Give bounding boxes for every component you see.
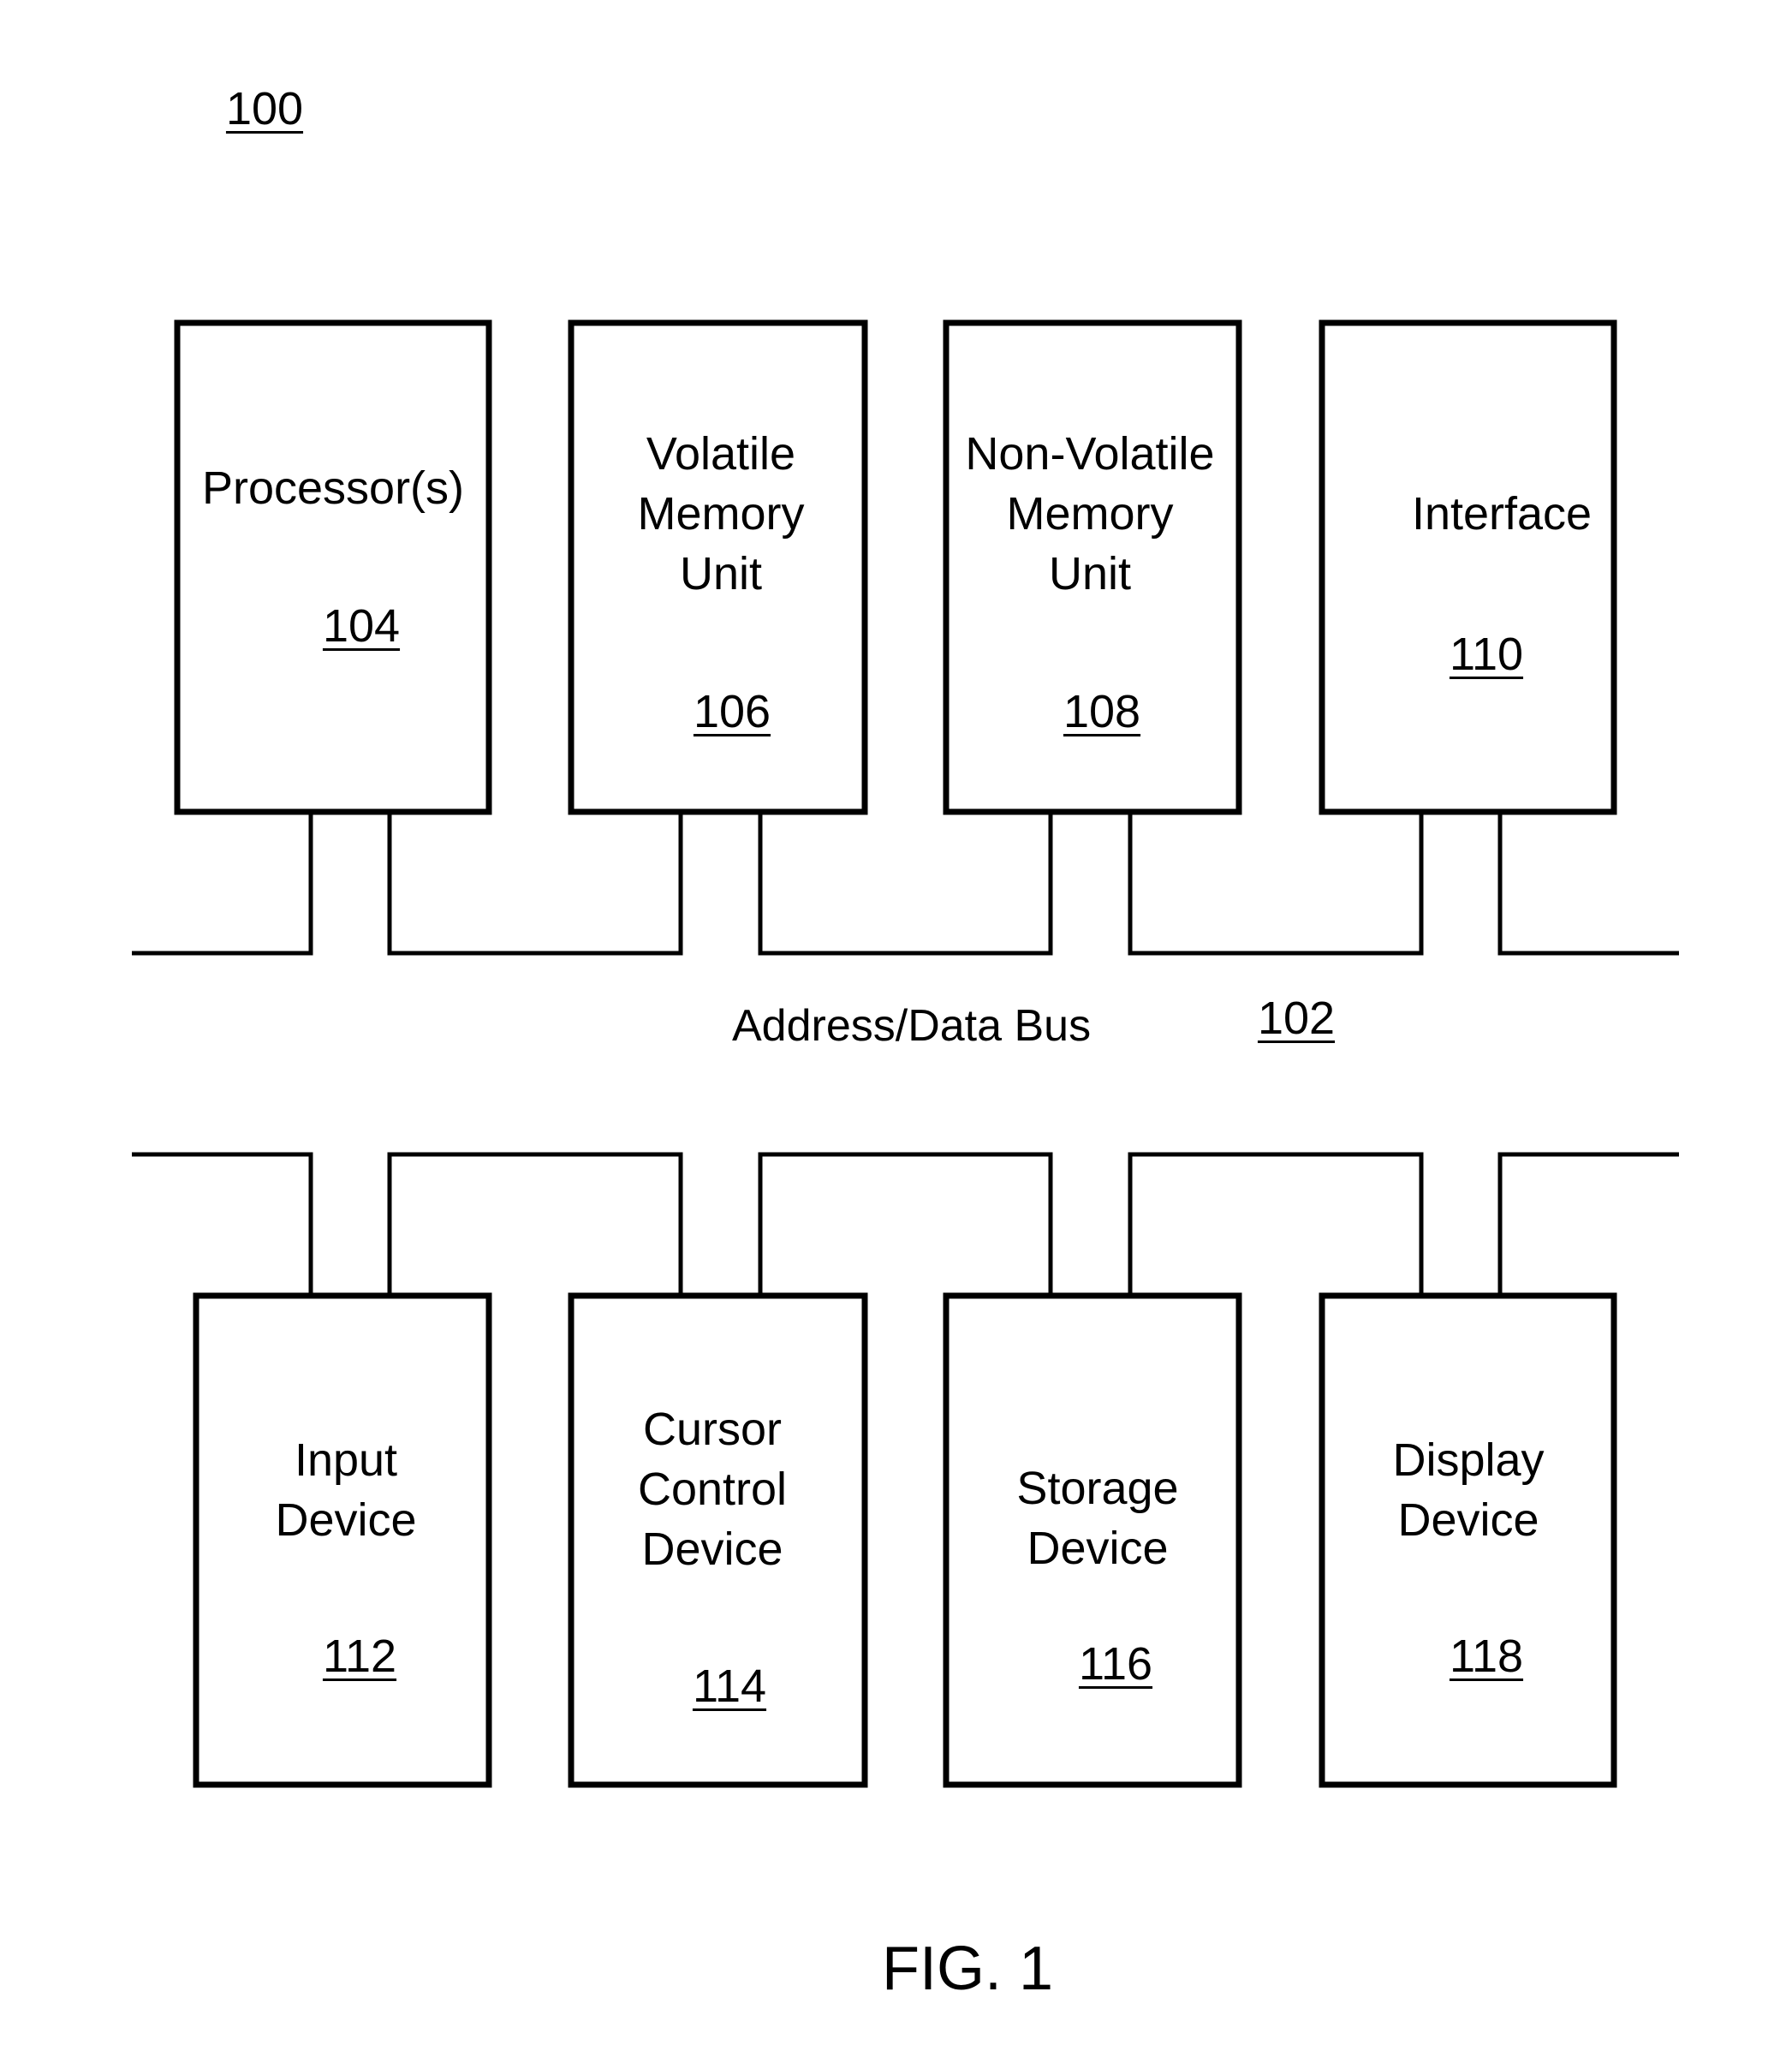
bus-lower-line bbox=[1128, 1152, 1424, 1296]
display-device-ref: 118 bbox=[1449, 1631, 1524, 1682]
bus-lower-line bbox=[758, 1152, 1053, 1296]
interface-ref: 110 bbox=[1449, 629, 1524, 680]
bus-lower-line bbox=[1497, 1152, 1679, 1296]
interface-box bbox=[1319, 319, 1617, 815]
figure-caption: FIG. 1 bbox=[881, 1935, 1054, 2003]
non-volatile-memory-ref: 108 bbox=[1063, 686, 1141, 737]
cursor-control-label: Cursor Control Device bbox=[637, 1404, 788, 1575]
cursor-control-ref: 114 bbox=[692, 1661, 767, 1712]
display-device-label: Display Device bbox=[1392, 1434, 1545, 1546]
bus-upper-line bbox=[758, 812, 1053, 956]
processor-ref: 104 bbox=[322, 600, 401, 652]
figure-ref: 100 bbox=[225, 83, 304, 134]
bus-upper-line bbox=[387, 812, 683, 956]
volatile-memory-ref: 106 bbox=[693, 686, 771, 737]
bus-upper-line bbox=[1128, 812, 1424, 956]
storage-device-ref: 116 bbox=[1078, 1638, 1153, 1690]
bus-lower-line bbox=[132, 1152, 313, 1296]
bus-upper-line bbox=[132, 812, 313, 956]
processor-label: Processor(s) bbox=[201, 462, 465, 514]
non-volatile-memory-label: Non-Volatile Memory Unit bbox=[965, 428, 1215, 599]
input-device-ref: 112 bbox=[322, 1631, 397, 1682]
bus-ref: 102 bbox=[1257, 993, 1336, 1044]
storage-device-label: Storage Device bbox=[1016, 1463, 1179, 1574]
input-device-label: Input Device bbox=[275, 1434, 417, 1546]
processor-box bbox=[174, 319, 492, 815]
interface-label: Interface bbox=[1411, 488, 1593, 540]
bus-lower-line bbox=[387, 1152, 683, 1296]
bus-upper-line bbox=[1497, 812, 1679, 956]
bus-label: Address/Data Bus bbox=[732, 1001, 1092, 1051]
volatile-memory-label: Volatile Memory Unit bbox=[637, 428, 805, 599]
